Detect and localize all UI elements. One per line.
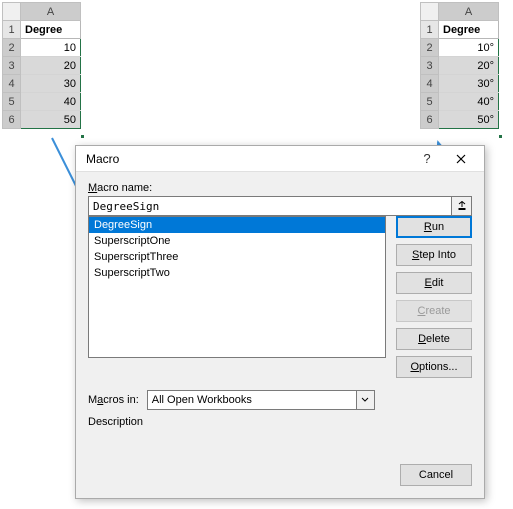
macro-name-input[interactable] — [88, 196, 452, 216]
collapse-icon — [457, 201, 467, 211]
fill-handle[interactable] — [498, 134, 503, 139]
cell[interactable]: 10° — [439, 39, 499, 57]
cell[interactable]: 10 — [21, 39, 81, 57]
spreadsheet-after: A 1 Degree 2 10° 3 20° 4 30° 5 40° 6 50° — [420, 2, 499, 129]
delete-button[interactable]: Delete — [396, 328, 472, 350]
macro-list-item[interactable]: SuperscriptThree — [89, 249, 385, 265]
cell[interactable]: 30 — [21, 75, 81, 93]
row-header[interactable]: 3 — [3, 57, 21, 75]
row-header[interactable]: 1 — [421, 21, 439, 39]
dropdown-caret[interactable] — [356, 391, 374, 409]
options-button[interactable]: Options... — [396, 356, 472, 378]
spreadsheet-before: A 1 Degree 2 10 3 20 4 30 5 40 6 50 — [2, 2, 81, 129]
row-header[interactable]: 2 — [421, 39, 439, 57]
help-button[interactable]: ? — [410, 148, 444, 170]
cell-header[interactable]: Degree — [21, 21, 81, 39]
run-button[interactable]: Run — [396, 216, 472, 238]
description-label: Description — [88, 416, 472, 428]
col-header-a[interactable]: A — [439, 3, 499, 21]
macro-list-item[interactable]: SuperscriptOne — [89, 233, 385, 249]
col-header-a[interactable]: A — [21, 3, 81, 21]
macros-in-value: All Open Workbooks — [152, 394, 252, 406]
macro-dialog: Macro ? Macro name: DegreeSign Superscri… — [75, 145, 485, 499]
cell[interactable]: 20 — [21, 57, 81, 75]
cell[interactable]: 20° — [439, 57, 499, 75]
step-into-button[interactable]: Step Into — [396, 244, 472, 266]
create-button: Create — [396, 300, 472, 322]
macros-in-label: Macros in: — [88, 394, 139, 406]
cell[interactable]: 40° — [439, 93, 499, 111]
macro-list[interactable]: DegreeSign SuperscriptOne SuperscriptThr… — [88, 216, 386, 358]
row-header[interactable]: 6 — [3, 111, 21, 129]
fill-handle[interactable] — [80, 134, 85, 139]
macros-in-select[interactable]: All Open Workbooks — [147, 390, 375, 410]
row-header[interactable]: 3 — [421, 57, 439, 75]
collapse-dialog-button[interactable] — [452, 196, 472, 216]
titlebar: Macro ? — [76, 146, 484, 172]
row-header[interactable]: 1 — [3, 21, 21, 39]
chevron-down-icon — [361, 397, 369, 403]
cancel-button[interactable]: Cancel — [400, 464, 472, 486]
row-header[interactable]: 4 — [3, 75, 21, 93]
row-header[interactable]: 2 — [3, 39, 21, 57]
cell[interactable]: 40 — [21, 93, 81, 111]
row-header[interactable]: 5 — [3, 93, 21, 111]
cell[interactable]: 30° — [439, 75, 499, 93]
cell[interactable]: 50 — [21, 111, 81, 129]
close-icon — [456, 154, 466, 164]
cell[interactable]: 50° — [439, 111, 499, 129]
cell-header[interactable]: Degree — [439, 21, 499, 39]
close-button[interactable] — [444, 148, 478, 170]
dialog-title: Macro — [86, 152, 410, 166]
macro-list-item[interactable]: DegreeSign — [89, 217, 385, 233]
row-header[interactable]: 6 — [421, 111, 439, 129]
macro-name-label: Macro name: — [88, 182, 472, 194]
macro-list-item[interactable]: SuperscriptTwo — [89, 265, 385, 281]
edit-button[interactable]: Edit — [396, 272, 472, 294]
row-header[interactable]: 5 — [421, 93, 439, 111]
row-header[interactable]: 4 — [421, 75, 439, 93]
